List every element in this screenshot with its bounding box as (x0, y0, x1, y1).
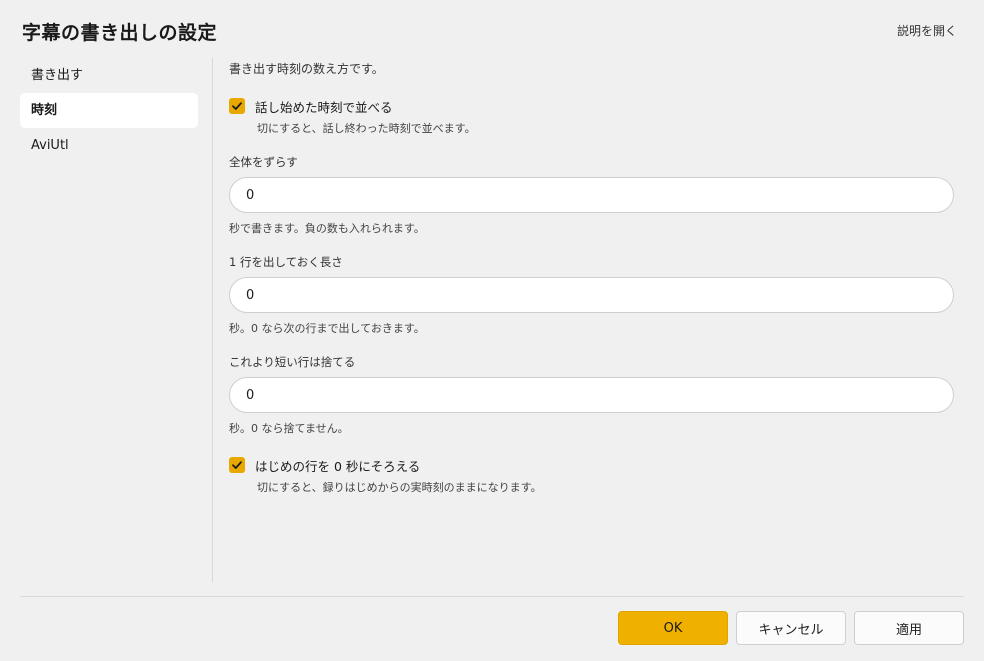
align-first-zero-checkbox[interactable] (229, 457, 245, 473)
sidebar-item-time[interactable]: 時刻 (20, 93, 198, 128)
sort-by-start-option[interactable]: 話し始めた時刻で並べる (229, 97, 954, 115)
export-subtitle-settings-dialog: 字幕の書き出しの設定 説明を開く 書き出す 時刻 AviUtl 書き出す時刻の数… (0, 0, 984, 661)
align-first-zero-option[interactable]: はじめの行を 0 秒にそろえる (229, 456, 954, 474)
footer-divider (20, 596, 964, 597)
ok-button[interactable]: OK (618, 611, 728, 645)
discard-short-input[interactable] (229, 377, 954, 413)
cancel-button[interactable]: キャンセル (736, 611, 846, 645)
apply-button[interactable]: 適用 (854, 611, 964, 645)
sort-by-start-label: 話し始めた時刻で並べる (255, 99, 393, 115)
sidebar-divider (212, 58, 213, 582)
discard-short-label: これより短い行は捨てる (229, 355, 356, 369)
discard-short-note: 秒。0 なら捨てません。 (229, 422, 349, 435)
checkmark-icon (232, 461, 242, 469)
align-first-zero-label: はじめの行を 0 秒にそろえる (255, 458, 421, 474)
sidebar-item-label: 時刻 (31, 103, 58, 118)
sidebar-item-aviutl[interactable]: AviUtl (20, 128, 198, 163)
sidebar-item-export[interactable]: 書き出す (20, 58, 198, 93)
line-duration-label: 1 行を出しておく長さ (229, 255, 343, 269)
shift-all-label: 全体をずらす (229, 155, 298, 169)
checkmark-icon (232, 102, 242, 110)
sort-by-start-checkbox[interactable] (229, 98, 245, 114)
sort-by-start-note: 切にすると、話し終わった時刻で並べます。 (257, 122, 476, 135)
line-duration-input[interactable] (229, 277, 954, 313)
dialog-title: 字幕の書き出しの設定 (22, 22, 218, 44)
sidebar: 書き出す 時刻 AviUtl (20, 58, 198, 163)
shift-all-input[interactable] (229, 177, 954, 213)
sidebar-item-label: 書き出す (31, 68, 84, 83)
settings-panel: 書き出す時刻の数え方です。 話し始めた時刻で並べる 切にすると、話し終わった時刻… (229, 58, 954, 495)
align-first-zero-note: 切にすると、録りはじめからの実時刻のままになります。 (257, 481, 542, 494)
line-duration-note: 秒。0 なら次の行まで出しておきます。 (229, 322, 425, 335)
open-help-link[interactable]: 説明を開く (897, 22, 957, 39)
shift-all-note: 秒で書きます。負の数も入れられます。 (229, 222, 425, 235)
sidebar-item-label: AviUtl (31, 138, 69, 153)
panel-description: 書き出す時刻の数え方です。 (229, 62, 384, 76)
